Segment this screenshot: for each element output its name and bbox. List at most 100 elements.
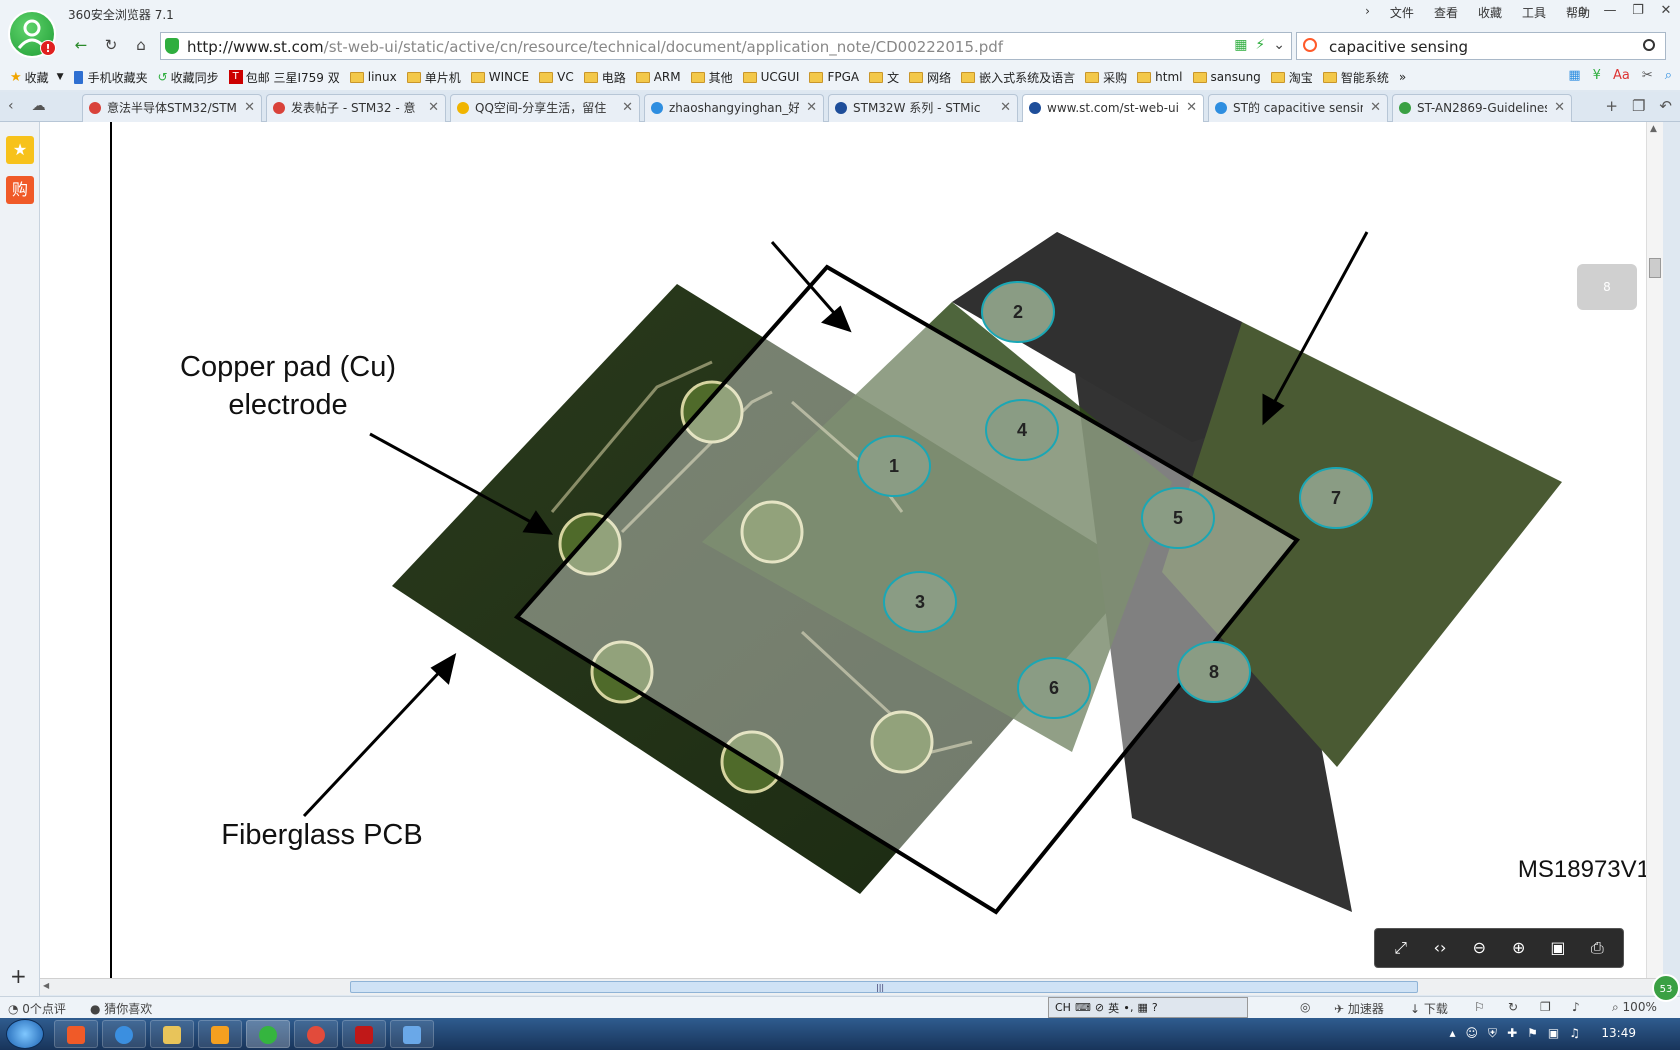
task-window[interactable] <box>390 1020 434 1048</box>
tab-close-icon[interactable]: ✕ <box>244 95 255 121</box>
bookmark-folder[interactable]: VC <box>539 70 574 84</box>
menu-tools[interactable]: 工具 <box>1512 4 1556 21</box>
vertical-scroll-thumb[interactable] <box>1649 258 1661 278</box>
dropdown-chevron-icon[interactable]: ⌄ <box>1273 37 1285 53</box>
zoom-level[interactable]: ⌕ 100% <box>1612 1000 1657 1015</box>
tray-arrow-icon[interactable]: ▴ <box>1450 1026 1456 1041</box>
sidebar-add-icon[interactable]: + <box>10 964 27 988</box>
download-button[interactable]: ↓ 下载 <box>1410 1000 1448 1017</box>
tab-2[interactable]: 发表帖子 - STM32 - 意 ✕ <box>266 94 446 122</box>
bookmark-folder[interactable]: 文 <box>869 69 899 86</box>
bookmark-folder[interactable]: 智能系统 <box>1322 69 1389 86</box>
tab-close-icon[interactable]: ✕ <box>1000 95 1011 121</box>
scroll-up-icon[interactable]: ▲ <box>1650 124 1657 134</box>
scroll-left-icon[interactable]: ◀ <box>43 981 49 990</box>
bookmark-folder[interactable]: UCGUI <box>742 70 799 84</box>
tray-volume-icon[interactable]: ♫ <box>1569 1026 1580 1041</box>
refresh-icon[interactable]: ↻ <box>100 34 122 56</box>
bookmark-folder[interactable]: sansung <box>1192 70 1261 84</box>
shopping-icon[interactable]: 购 <box>6 176 34 204</box>
tab-close-icon[interactable]: ✕ <box>622 95 633 121</box>
maximize-button[interactable]: ❐ <box>1624 0 1652 22</box>
tab-8[interactable]: ST-AN2869-Guidelines ✕ <box>1392 94 1572 122</box>
qr-code-icon[interactable]: ▦ <box>1234 37 1247 53</box>
minimize-button[interactable]: — <box>1596 0 1624 22</box>
bookmark-folder[interactable]: 网络 <box>909 69 951 86</box>
bookmark-item[interactable]: 手机收藏夹 <box>73 69 148 86</box>
task-360-browser[interactable] <box>246 1020 290 1048</box>
start-button[interactable] <box>6 1019 44 1049</box>
favorites-star-icon[interactable]: ★ <box>6 136 34 164</box>
tray-shield-icon[interactable]: ⛨ <box>1488 1026 1497 1041</box>
cloud-icon[interactable]: ☁ <box>32 98 46 114</box>
task-app-1[interactable] <box>54 1020 98 1048</box>
flag-icon[interactable]: ⚐ <box>1474 1000 1485 1014</box>
bookmark-favorites[interactable]: ★ 收藏 ▼ <box>10 69 64 86</box>
money-icon[interactable]: ¥ <box>1593 68 1601 83</box>
tab-close-icon[interactable]: ✕ <box>1370 95 1381 121</box>
search-engine-icon[interactable] <box>1303 38 1317 52</box>
bookmark-folder[interactable]: html <box>1137 70 1183 84</box>
menu-view[interactable]: 查看 <box>1424 4 1468 21</box>
window-icon[interactable]: ❐ <box>1540 1000 1551 1014</box>
vertical-scrollbar[interactable]: ▲ <box>1646 122 1663 984</box>
speedup-icon[interactable]: ◎ <box>1300 1000 1310 1014</box>
bookmarks-overflow-icon[interactable]: » <box>1399 70 1406 84</box>
tab-5[interactable]: STM32W 系列 - STMic ✕ <box>828 94 1018 122</box>
user-avatar-icon[interactable]: ! <box>8 10 56 58</box>
search-input[interactable]: capacitive sensing <box>1296 32 1666 60</box>
menu-arrow[interactable]: › <box>1355 4 1380 21</box>
apps-icon[interactable]: ▦ <box>1568 68 1580 83</box>
tab-close-icon[interactable]: ✕ <box>1554 95 1565 121</box>
tab-list-icon[interactable]: ❐ <box>1632 97 1645 115</box>
find-icon[interactable]: ⌕ <box>1665 68 1672 83</box>
bookmark-folder[interactable]: FPGA <box>809 70 859 84</box>
task-media[interactable] <box>198 1020 242 1048</box>
bookmark-folder[interactable]: ARM <box>635 70 681 84</box>
tab-6-active[interactable]: www.st.com/st-web-ui ✕ <box>1022 94 1204 123</box>
horizontal-scroll-thumb[interactable]: ||| <box>350 981 1418 993</box>
zoom-in-icon[interactable]: ⊕ <box>1502 933 1536 963</box>
fit-page-icon[interactable]: ⤢ <box>1384 933 1418 963</box>
tray-network-icon[interactable]: ▣ <box>1548 1026 1559 1041</box>
bookmark-folder[interactable]: 其他 <box>690 69 733 86</box>
search-icon[interactable] <box>1643 39 1655 51</box>
ime-toolbar[interactable]: CH ⌨ ⊘ 英 ∙, ▦ ? <box>1048 997 1248 1018</box>
tab-close-icon[interactable]: ✕ <box>428 95 439 121</box>
back-arrow-icon[interactable]: ← <box>70 34 92 56</box>
save-icon[interactable]: ▣ <box>1541 933 1575 963</box>
undo-close-icon[interactable]: ↶ <box>1659 97 1672 115</box>
tab-scroll-left-icon[interactable]: ‹ <box>8 98 14 114</box>
guess-you-like[interactable]: ● 猜你喜欢 <box>90 1000 152 1017</box>
home-icon[interactable]: ⌂ <box>130 34 152 56</box>
task-chrome[interactable] <box>294 1020 338 1048</box>
bookmark-folder[interactable]: WINCE <box>470 70 529 84</box>
url-input[interactable]: http://www.st.com/st-web-ui/static/activ… <box>160 32 1292 60</box>
fit-width-icon[interactable]: ‹› <box>1423 933 1457 963</box>
screenshot-icon[interactable]: ✂ <box>1642 68 1653 83</box>
skin-button[interactable]: ⌂ <box>1568 0 1596 22</box>
bookmark-item[interactable]: ↺ 收藏同步 <box>158 69 219 86</box>
tab-close-icon[interactable]: ✕ <box>1186 95 1197 121</box>
bookmark-folder[interactable]: linux <box>349 70 397 84</box>
task-acrobat[interactable] <box>342 1020 386 1048</box>
print-icon[interactable]: ⎙ <box>1580 933 1614 963</box>
task-ie[interactable] <box>102 1020 146 1048</box>
horizontal-scrollbar[interactable]: ◀ ||| ▶ <box>40 978 1663 995</box>
tab-close-icon[interactable]: ✕ <box>806 95 817 121</box>
bookmark-folder[interactable]: 单片机 <box>406 69 461 86</box>
tray-user-icon[interactable]: ☺ <box>1466 1026 1479 1041</box>
zoom-out-icon[interactable]: ⊖ <box>1462 933 1496 963</box>
sound-icon[interactable]: ♪ <box>1572 1000 1580 1014</box>
menu-file[interactable]: 文件 <box>1380 4 1424 21</box>
translate-icon[interactable]: Aa <box>1613 68 1630 83</box>
bookmark-item[interactable]: T 包邮 三星I759 双 <box>228 69 340 86</box>
tray-plus-icon[interactable]: ✚ <box>1507 1026 1517 1041</box>
bookmark-folder[interactable]: 淘宝 <box>1270 69 1313 86</box>
bookmark-folder[interactable]: 嵌入式系统及语言 <box>961 69 1075 86</box>
accelerator-button[interactable]: ✈ 加速器 <box>1334 1000 1384 1017</box>
tray-flag-icon[interactable]: ⚑ <box>1527 1026 1538 1041</box>
task-explorer[interactable] <box>150 1020 194 1048</box>
speed-badge[interactable]: 53 <box>1652 974 1680 1002</box>
reviews-status[interactable]: ◔ 0个点评 <box>8 1000 66 1017</box>
